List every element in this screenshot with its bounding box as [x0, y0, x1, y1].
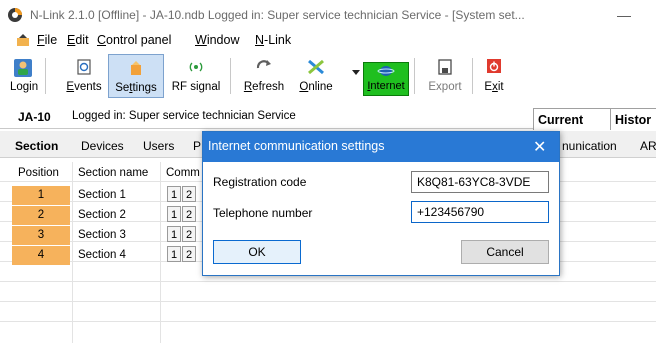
menu-app-icon [17, 34, 29, 46]
internet-button[interactable]: Internet [363, 62, 409, 96]
position-cell: 1 [12, 186, 70, 205]
refresh-button[interactable]: Refresh [240, 54, 288, 98]
settings-button[interactable]: Settings [108, 54, 164, 98]
online-icon [308, 59, 324, 75]
tab-users[interactable]: Users [143, 139, 174, 153]
events-label: Events [66, 81, 102, 93]
internet-settings-dialog: Internet communication settings ✕ Regist… [202, 131, 560, 276]
comm-box[interactable]: 1 [167, 206, 181, 222]
toolbar-separator [472, 58, 473, 94]
tab-current[interactable]: Current [533, 108, 611, 130]
close-icon[interactable]: ✕ [533, 137, 546, 157]
tab-partial[interactable]: P [193, 139, 201, 153]
exit-button[interactable]: Exit [476, 54, 512, 98]
events-button[interactable]: Events [62, 54, 106, 98]
position-cell: 4 [12, 246, 70, 265]
tab-devices[interactable]: Devices [81, 139, 124, 153]
table-divider [160, 162, 161, 343]
registration-code-field[interactable] [411, 171, 549, 193]
tab-section[interactable]: Section [15, 139, 58, 153]
panel-name: JA-10 [18, 110, 51, 124]
tab-ar[interactable]: AR [640, 139, 656, 153]
rf-signal-icon [189, 62, 203, 72]
comm-box[interactable]: 1 [167, 226, 181, 242]
column-header-position: Position [18, 167, 59, 179]
menu-file[interactable]: File [37, 33, 57, 47]
login-label: Login [10, 81, 39, 93]
column-header-section-name: Section name [78, 167, 149, 179]
window-title: N-Link 2.1.0 [Offline] - JA-10.ndb Logge… [30, 8, 525, 22]
internet-label: Internet [367, 80, 405, 92]
comm-box[interactable]: 2 [182, 226, 196, 242]
tab-history[interactable]: Histor [611, 108, 656, 130]
position-cell: 3 [12, 226, 70, 245]
settings-icon [131, 61, 141, 75]
title-bar: N-Link 2.1.0 [Offline] - JA-10.ndb Logge… [0, 0, 656, 30]
online-button[interactable]: Online [292, 54, 340, 98]
refresh-icon [256, 60, 271, 69]
menu-edit[interactable]: Edit [67, 33, 89, 47]
login-button[interactable]: Login [10, 54, 39, 98]
login-icon [14, 59, 32, 77]
telephone-number-field[interactable] [411, 201, 549, 223]
exit-label: Exit [484, 81, 504, 93]
dialog-title-bar[interactable]: Internet communication settings ✕ [203, 132, 559, 162]
menu-n-link[interactable]: N-Link [255, 33, 291, 47]
logged-in-status: Logged in: Super service technician Serv… [72, 110, 296, 122]
export-icon [438, 59, 452, 75]
cancel-button[interactable]: Cancel [461, 240, 549, 264]
minimize-button[interactable]: — [612, 6, 636, 24]
refresh-label: Refresh [243, 81, 285, 93]
comm-box[interactable]: 2 [182, 206, 196, 222]
exit-icon [487, 59, 501, 73]
comm-box[interactable]: 1 [167, 246, 181, 262]
section-name-cell: Section 4 [78, 249, 126, 261]
table-divider [0, 321, 656, 322]
table-divider [0, 281, 656, 282]
n-link-app-icon [8, 8, 22, 22]
comm-box[interactable]: 2 [182, 186, 196, 202]
menu-control-panel[interactable]: Control panel [97, 33, 171, 47]
export-button[interactable]: Export [422, 54, 468, 98]
online-dropdown-icon[interactable] [352, 70, 360, 76]
toolbar-separator [414, 58, 415, 94]
section-name-cell: Section 2 [78, 209, 126, 221]
online-label: Online [299, 81, 333, 93]
ok-button[interactable]: OK [213, 240, 301, 264]
registration-code-label: Registration code [213, 175, 307, 189]
comm-box[interactable]: 2 [182, 246, 196, 262]
table-divider [0, 301, 656, 302]
export-label: Export [428, 81, 462, 93]
telephone-number-label: Telephone number [213, 206, 313, 220]
comm-box[interactable]: 1 [167, 186, 181, 202]
events-icon [77, 59, 91, 75]
column-header-comm: Comm [166, 167, 200, 179]
toolbar-separator [45, 58, 46, 94]
section-name-cell: Section 1 [78, 189, 126, 201]
position-cell: 2 [12, 206, 70, 225]
toolbar-separator [230, 58, 231, 94]
section-name-cell: Section 3 [78, 229, 126, 241]
tab-communication[interactable]: nunication [562, 139, 617, 153]
settings-label: Settings [115, 82, 157, 94]
menu-window[interactable]: Window [195, 33, 239, 47]
table-divider [72, 162, 73, 343]
dialog-title: Internet communication settings [208, 139, 385, 153]
internet-icon [377, 66, 395, 76]
rf-signal-button[interactable]: RF signal [168, 54, 224, 98]
rf-signal-label: RF signal [171, 81, 221, 93]
